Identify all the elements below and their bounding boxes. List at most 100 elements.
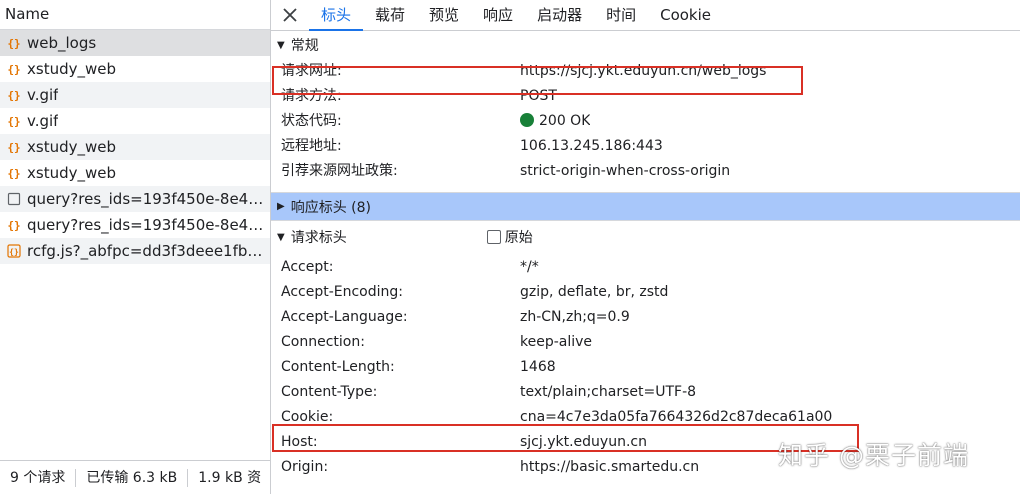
request-row[interactable]: query?res_ids=193f450e-8e40-... [0, 186, 270, 212]
tab-cookies[interactable]: Cookie [648, 1, 723, 30]
header-row: Content-Length: 1468 [271, 355, 1020, 380]
svg-text:{}: {} [7, 141, 20, 154]
request-name: rcfg.js?_abfpc=dd3f3deee1fb8... [27, 242, 270, 260]
header-value-text: gzip, deflate, br, zstd [520, 284, 669, 300]
tab-headers[interactable]: 标头 [309, 1, 364, 31]
request-row[interactable]: {} v.gif [0, 108, 270, 134]
status-ok-icon [520, 113, 534, 127]
header-value-text: cna=4c7e3da05fa7664326d2c87deca61a00 [520, 409, 833, 425]
json-icon: {} [5, 61, 22, 78]
header-key: Accept: [281, 259, 334, 275]
header-value[interactable]: https://sjcj.ykt.eduyun.cn/web_logs [520, 59, 766, 84]
request-name: query?res_ids=193f450e-8e40-... [27, 190, 270, 208]
request-row[interactable]: {} web_logs [0, 30, 270, 56]
json-icon: {} [5, 35, 22, 52]
header-value-text: sjcj.ykt.eduyun.cn [520, 434, 647, 450]
network-status-bar: 9 个请求 已传输 6.3 kB 1.9 kB 资 [0, 460, 270, 494]
general-section-header[interactable]: ▼ 常规 [271, 31, 1020, 59]
header-value[interactable]: 106.13.245.186:443 [520, 134, 663, 159]
header-key: 远程地址: [281, 138, 342, 154]
header-value[interactable]: sjcj.ykt.eduyun.cn [520, 430, 647, 455]
json-icon: {} [5, 165, 22, 182]
tab-initiator[interactable]: 启动器 [525, 1, 594, 30]
header-key: 引荐来源网址政策: [281, 163, 398, 179]
watermark: 知乎 @栗子前端 [778, 441, 969, 470]
response-headers-section-header[interactable]: ▶ 响应标头 (8) [271, 192, 1020, 220]
header-row: Accept: */* [271, 255, 1020, 280]
request-row[interactable]: {} rcfg.js?_abfpc=dd3f3deee1fb8... [0, 238, 270, 264]
tab-preview[interactable]: 预览 [417, 1, 471, 30]
request-row[interactable]: {} xstudy_web [0, 160, 270, 186]
header-key: Cookie: [281, 409, 334, 425]
header-key: Accept-Language: [281, 309, 408, 325]
raw-toggle[interactable]: 原始 [486, 227, 533, 247]
request-name: xstudy_web [27, 60, 116, 78]
details-tabbar: 标头 载荷 预览 响应 启动器 时间 Cookie [271, 0, 1020, 31]
header-value[interactable]: cna=4c7e3da05fa7664326d2c87deca61a00 [520, 405, 832, 430]
caret-down-icon: ▼ [277, 231, 285, 243]
header-row: 远程地址: 106.13.245.186:443 [271, 134, 1020, 159]
header-row: Accept-Language: zh-CN,zh;q=0.9 [271, 305, 1020, 330]
response-headers-title: 响应标头 (8) [290, 199, 371, 216]
request-row[interactable]: {} xstudy_web [0, 134, 270, 160]
header-value[interactable]: POST [520, 84, 557, 109]
header-value-text: 200 OK [539, 113, 591, 129]
header-value[interactable]: text/plain;charset=UTF-8 [520, 380, 696, 405]
header-value-text: 1468 [520, 359, 556, 375]
header-row: 引荐来源网址政策: strict-origin-when-cross-origin [271, 159, 1020, 184]
header-row: 请求网址: https://sjcj.ykt.eduyun.cn/web_logs [271, 59, 1020, 84]
header-value-text: keep-alive [520, 334, 593, 350]
transferred-size: 已传输 6.3 kB [76, 468, 189, 487]
request-name: xstudy_web [27, 138, 116, 156]
header-key: 请求方法: [281, 88, 342, 104]
header-value-text: POST [520, 88, 557, 104]
request-row[interactable]: {} xstudy_web [0, 56, 270, 82]
header-key: Host: [281, 434, 318, 450]
request-row[interactable]: {} v.gif [0, 82, 270, 108]
general-section-title: 常规 [290, 38, 319, 54]
request-name: query?res_ids=193f450e-8e40-... [27, 216, 270, 234]
request-headers-section-header[interactable]: ▼ 请求标头 原始 [271, 220, 1020, 253]
svg-text:{}: {} [7, 63, 20, 76]
header-value[interactable]: keep-alive [520, 330, 592, 355]
json-icon: {} [5, 139, 22, 156]
header-row: 状态代码: 200 OK [271, 109, 1020, 134]
header-value[interactable]: zh-CN,zh;q=0.9 [520, 305, 630, 330]
header-value[interactable]: 1468 [520, 355, 556, 380]
raw-checkbox[interactable] [486, 230, 501, 244]
request-name: v.gif [27, 86, 59, 104]
document-icon [5, 191, 22, 208]
header-value[interactable]: */* [520, 255, 539, 280]
tab-response[interactable]: 响应 [471, 1, 525, 30]
header-value[interactable]: https://basic.smartedu.cn [520, 455, 699, 480]
svg-text:{}: {} [7, 167, 20, 180]
header-value-text: 106.13.245.186:443 [520, 138, 663, 154]
request-name: xstudy_web [27, 164, 116, 182]
header-row: Connection: keep-alive [271, 330, 1020, 355]
header-value-text: */* [520, 259, 539, 275]
header-value[interactable]: gzip, deflate, br, zstd [520, 280, 668, 305]
close-icon[interactable] [271, 0, 309, 30]
svg-text:{}: {} [9, 248, 19, 257]
header-key: Content-Length: [281, 359, 395, 375]
raw-label: 原始 [504, 230, 533, 246]
header-value[interactable]: strict-origin-when-cross-origin [520, 159, 730, 184]
header-value[interactable]: 200 OK [520, 109, 590, 134]
header-key: Connection: [281, 334, 365, 350]
request-row[interactable]: {} query?res_ids=193f450e-8e40-... [0, 212, 270, 238]
request-list-panel: Name {} web_logs {} xstudy_web {} v.gif {} v.gi… [0, 0, 271, 494]
tab-timing[interactable]: 时间 [594, 1, 648, 30]
header-key: Accept-Encoding: [281, 284, 404, 300]
tab-payload[interactable]: 载荷 [363, 1, 417, 30]
header-key: Content-Type: [281, 384, 378, 400]
caret-right-icon: ▶ [277, 201, 285, 212]
name-column-header[interactable]: Name [0, 0, 270, 30]
header-row: Cookie: cna=4c7e3da05fa7664326d2c87deca61… [271, 405, 1020, 430]
header-value-text: https://basic.smartedu.cn [520, 459, 700, 475]
request-details-panel: 标头 载荷 预览 响应 启动器 时间 Cookie ▼ 常规 请求网址: http… [271, 0, 1020, 494]
json-icon: {} [5, 87, 22, 104]
caret-down-icon: ▼ [277, 39, 285, 51]
header-row: Content-Type: text/plain;charset=UTF-8 [271, 380, 1020, 405]
resource-size: 1.9 kB 资 [198, 469, 262, 486]
header-key: 请求网址: [281, 63, 342, 79]
